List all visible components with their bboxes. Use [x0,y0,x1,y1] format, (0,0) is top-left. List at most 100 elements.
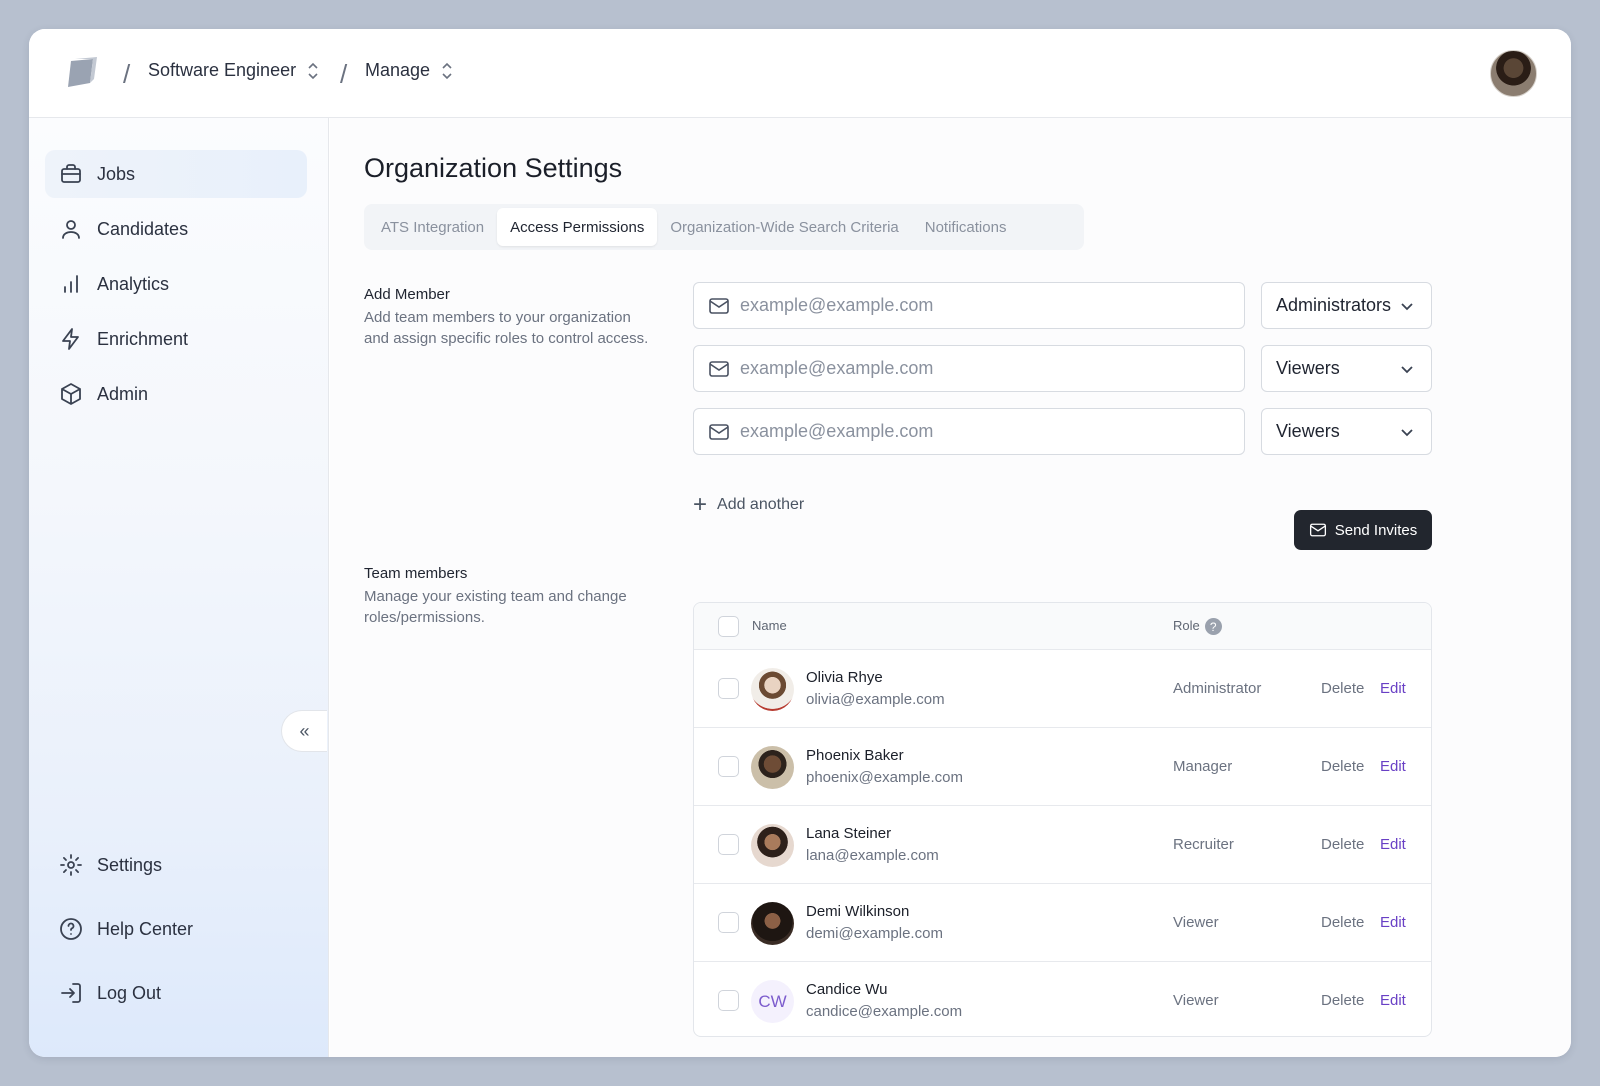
delete-button[interactable]: Delete [1321,680,1364,697]
double-chevron-left-icon: « [299,720,310,741]
table-row: Phoenix Baker phoenix@example.com Manage… [694,728,1431,806]
edit-button[interactable]: Edit [1380,680,1406,697]
table-row: CW Candice Wu candice@example.com Viewer… [694,962,1431,1036]
main-content: Organization Settings ATS Integration Ac… [330,118,1571,1057]
add-another-button[interactable]: + Add another [693,493,804,517]
member-name: Demi Wilkinson [806,903,910,920]
sidebar-item-label: Analytics [97,273,170,294]
edit-button[interactable]: Edit [1380,992,1406,1009]
row-checkbox[interactable] [718,912,739,933]
sidebar-item-jobs[interactable]: Jobs [45,150,307,198]
sidebar-item-label: Help Center [97,918,194,939]
email-input[interactable] [740,295,1220,316]
collapse-sidebar-button[interactable]: « [281,710,327,752]
add-member-description: Add team members to your organization an… [364,309,649,347]
table-row: Olivia Rhye olivia@example.com Administr… [694,650,1431,728]
member-role: Viewer [1173,992,1219,1009]
row-checkbox[interactable] [718,990,739,1011]
lightning-icon [62,328,79,350]
delete-button[interactable]: Delete [1321,992,1364,1009]
member-email: demi@example.com [806,925,943,942]
mail-icon [1309,523,1326,537]
role-select[interactable]: Viewers [1261,408,1432,455]
role-select[interactable]: Viewers [1261,345,1432,392]
sidebar-item-enrichment[interactable]: Enrichment [45,315,307,363]
row-checkbox[interactable] [718,756,739,777]
tab-notifications[interactable]: Notifications [912,208,1020,246]
app-logo-icon[interactable] [63,57,99,89]
email-field[interactable] [693,345,1245,392]
mail-icon [709,360,729,377]
mail-icon [709,423,729,440]
table-row: Lana Steiner lana@example.com Recruiter … [694,806,1431,884]
email-input[interactable] [740,421,1220,442]
add-another-label: Add another [717,496,805,513]
avatar [751,668,794,711]
email-field[interactable] [693,282,1245,329]
avatar [751,746,794,789]
role-select-value: Administrators [1276,295,1392,315]
sidebar-item-label: Jobs [97,163,136,184]
edit-button[interactable]: Edit [1380,758,1406,775]
selector-chevrons-icon [308,62,318,79]
avatar [751,902,794,945]
selector-chevrons-icon [442,62,452,79]
sidebar-item-help-center[interactable]: Help Center [45,905,307,953]
member-email: lana@example.com [806,847,939,864]
sidebar: Jobs Candidates Analytics Enrichment Adm… [29,118,329,1057]
member-role: Recruiter [1173,836,1234,853]
sidebar-item-label: Settings [97,854,163,875]
edit-button[interactable]: Edit [1380,914,1406,931]
sidebar-item-label: Admin [97,383,149,404]
breadcrumb-manage-label: Manage [365,60,431,80]
send-invites-label: Send Invites [1334,521,1418,539]
delete-button[interactable]: Delete [1321,914,1364,931]
role-select[interactable]: Administrators [1261,282,1432,329]
breadcrumb-manage-selector[interactable]: Manage [365,60,454,81]
logout-icon [61,983,81,1003]
chevron-down-icon [1401,365,1413,373]
sidebar-item-analytics[interactable]: Analytics [45,260,307,308]
plus-icon: + [693,491,708,518]
role-select-value: Viewers [1276,421,1340,441]
cube-icon [61,383,81,405]
row-checkbox[interactable] [718,834,739,855]
breadcrumb-job-selector[interactable]: Software Engineer [148,60,320,81]
row-checkbox[interactable] [718,678,739,699]
role-select-value: Viewers [1276,358,1340,378]
member-name: Candice Wu [806,981,888,998]
team-members-table: Name Role? Olivia Rhye olivia@example.co… [693,602,1432,1037]
user-icon [62,220,80,239]
member-name: Lana Steiner [806,825,892,842]
tab-access-permissions[interactable]: Access Permissions [497,208,658,246]
help-icon[interactable]: ? [1204,618,1222,636]
email-field[interactable] [693,408,1245,455]
member-email: candice@example.com [806,1003,963,1020]
tab-organization-wide-search-criteria[interactable]: Organization-Wide Search Criteria [657,208,911,246]
gear-icon [60,854,82,876]
sidebar-item-candidates[interactable]: Candidates [45,205,307,253]
breadcrumb-job-label: Software Engineer [148,60,297,80]
delete-button[interactable]: Delete [1321,836,1364,853]
table-header: Name Role? [694,603,1431,650]
member-name: Olivia Rhye [806,669,883,686]
send-invites-button[interactable]: Send Invites [1294,510,1432,550]
sidebar-item-settings[interactable]: Settings [45,841,307,889]
team-members-title: Team members [364,565,468,582]
user-avatar[interactable] [1490,50,1537,97]
sidebar-item-log-out[interactable]: Log Out [45,969,307,1017]
tab-ats-integration[interactable]: ATS Integration [368,208,497,246]
mail-icon [709,297,729,314]
settings-tabs: ATS Integration Access Permissions Organ… [364,204,1084,250]
sidebar-item-label: Enrichment [97,328,189,349]
email-input[interactable] [740,358,1220,379]
add-member-title: Add Member [364,286,450,303]
bar-chart-icon [64,275,78,293]
top-bar: / Software Engineer / Manage [29,29,1571,118]
sidebar-item-admin[interactable]: Admin [45,370,307,418]
delete-button[interactable]: Delete [1321,758,1364,775]
edit-button[interactable]: Edit [1380,836,1406,853]
select-all-checkbox[interactable] [718,616,739,637]
column-header-role-label: Role [1173,618,1200,633]
briefcase-icon [61,164,81,183]
